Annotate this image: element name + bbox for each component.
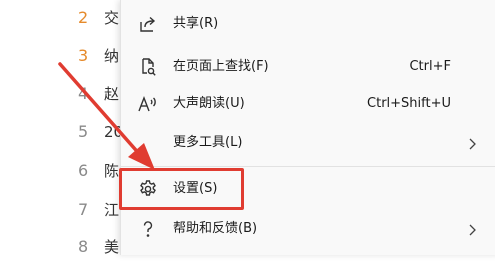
menu-item-label: 大声朗读(U) [173,96,245,111]
menu-item-label: 共享(R) [173,16,219,31]
menu-item-label: 设置(S) [173,181,218,196]
list-rank: 3 [78,46,89,65]
list-item: 5 20 [0,116,130,148]
background-list: 2 交 3 纳 4 赵 5 20 6 陈 7 江 8 美 [0,0,130,256]
find-on-page-icon [137,56,159,78]
help-icon [137,218,159,240]
gear-icon [137,178,159,200]
list-item: 6 陈 [0,155,130,187]
menu-item-help-feedback[interactable]: 帮助和反馈(B) [121,211,495,247]
menu-item-label: 更多工具(L) [173,135,243,150]
list-item: 2 交 [0,2,130,34]
context-menu: 共享(R) 在页面上查找(F) Ctrl+F 大声朗读(U) Ctrl+Shif… [120,0,495,255]
list-item: 4 赵 [0,78,130,110]
read-aloud-icon [137,93,159,115]
shortcut-text: Ctrl+Shift+U [367,96,451,111]
list-text: 陈 [104,162,120,180]
list-rank: 8 [78,237,89,256]
shortcut-text: Ctrl+F [409,59,451,74]
list-text: 纳 [104,47,120,65]
list-rank: 6 [78,161,89,180]
chevron-right-icon [465,222,479,236]
chevron-right-icon [465,136,479,150]
list-text: 赵 [104,85,120,103]
list-rank: 2 [78,8,89,27]
menu-divider [121,166,495,167]
list-text: 美 [104,238,120,256]
menu-item-settings[interactable]: 设置(S) [121,171,495,207]
list-text: 江 [104,201,120,219]
menu-item-label: 帮助和反馈(B) [173,221,258,236]
list-item: 7 江 [0,194,130,226]
share-icon [137,13,159,35]
list-text: 交 [104,9,120,27]
menu-item-read-aloud[interactable]: 大声朗读(U) Ctrl+Shift+U [121,86,495,122]
list-rank: 7 [78,200,89,219]
list-rank: 4 [78,84,89,103]
menu-item-share[interactable]: 共享(R) [121,6,495,42]
menu-item-find-on-page[interactable]: 在页面上查找(F) Ctrl+F [121,49,495,85]
menu-item-more-tools[interactable]: 更多工具(L) [121,125,495,161]
list-item: 8 美 [0,231,130,263]
list-rank: 5 [78,122,89,141]
menu-item-label: 在页面上查找(F) [173,59,269,74]
list-item: 3 纳 [0,40,130,72]
